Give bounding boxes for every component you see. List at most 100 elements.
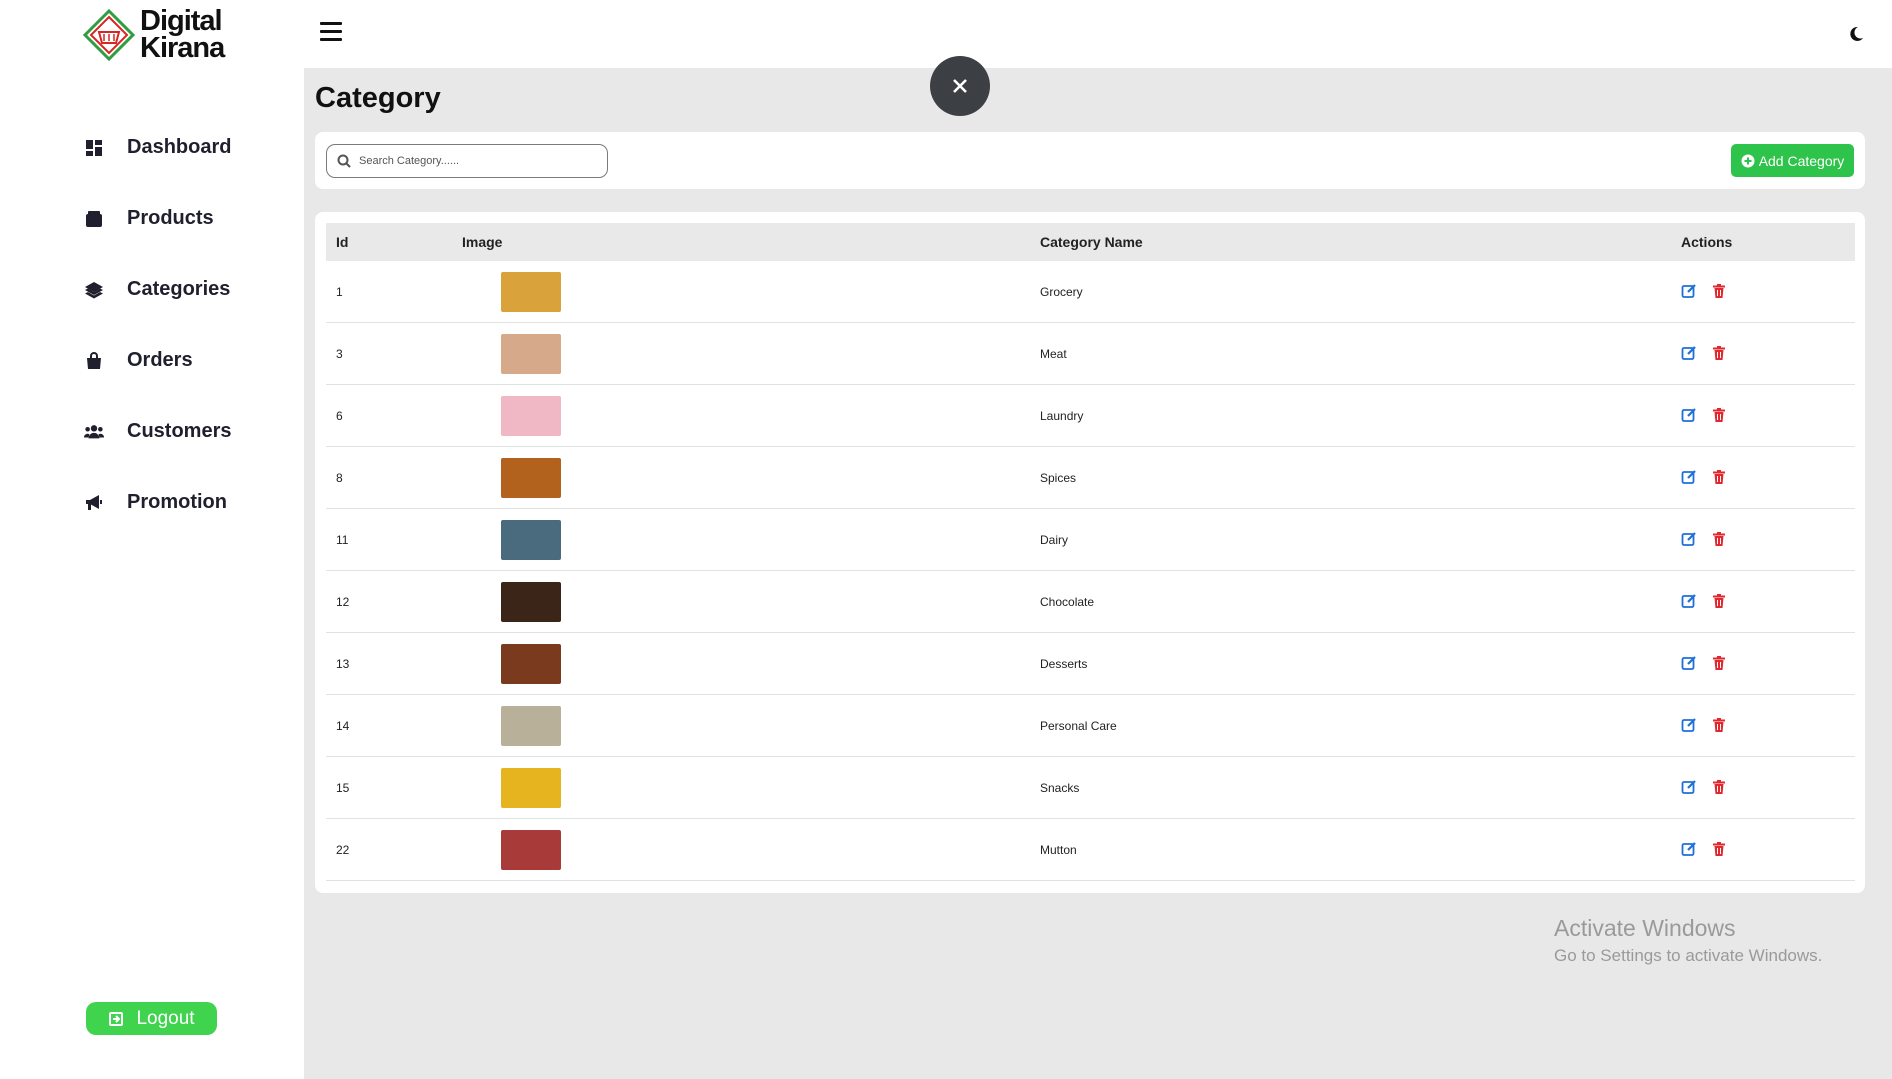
cell-image — [491, 272, 571, 312]
add-category-button[interactable]: Add Category — [1731, 144, 1854, 177]
table-row[interactable]: 22 Mutton — [326, 819, 1855, 881]
table-row[interactable]: 1 Grocery — [326, 261, 1855, 323]
watermark-title: Activate Windows — [1554, 915, 1736, 941]
logout-button[interactable]: Logout — [86, 1002, 217, 1035]
table-row[interactable]: 6 Laundry — [326, 385, 1855, 447]
cell-category-name: Meat — [1040, 347, 1067, 361]
edit-icon[interactable] — [1681, 531, 1697, 547]
delete-icon[interactable] — [1711, 469, 1727, 485]
table-row[interactable]: 13 Desserts — [326, 633, 1855, 695]
megaphone-icon — [82, 491, 106, 515]
cell-id: 13 — [336, 657, 350, 671]
header-id: Id — [336, 234, 349, 250]
cell-image — [491, 458, 571, 498]
sidebar-item-products[interactable]: Products — [82, 183, 231, 254]
sidebar-item-categories[interactable]: Categories — [82, 254, 231, 325]
cell-id: 1 — [336, 285, 343, 299]
delete-icon[interactable] — [1711, 345, 1727, 361]
edit-icon[interactable] — [1681, 283, 1697, 299]
sidebar-nav: Dashboard Products Categories Orders Cus… — [82, 112, 231, 538]
search-input[interactable] — [359, 155, 589, 167]
cell-actions — [1681, 469, 1727, 485]
sidebar-item-dashboard[interactable]: Dashboard — [82, 112, 231, 183]
delete-icon[interactable] — [1711, 841, 1727, 857]
table-row[interactable]: 3 Meat — [326, 323, 1855, 385]
sidebar-item-label: Products — [127, 207, 214, 229]
cell-image — [491, 520, 571, 560]
delete-icon[interactable] — [1711, 717, 1727, 733]
category-thumbnail — [501, 272, 561, 312]
category-table-card: Id Image Category Name Actions 1 Grocery… — [315, 212, 1865, 893]
table-header: Id Image Category Name Actions — [326, 223, 1855, 261]
dark-mode-toggle-icon[interactable] — [1847, 25, 1865, 43]
category-thumbnail — [501, 458, 561, 498]
sidebar-item-customers[interactable]: Customers — [82, 396, 231, 467]
delete-icon[interactable] — [1711, 283, 1727, 299]
edit-icon[interactable] — [1681, 717, 1697, 733]
cell-image — [491, 644, 571, 684]
category-thumbnail — [501, 768, 561, 808]
edit-icon[interactable] — [1681, 841, 1697, 857]
cell-category-name: Dairy — [1040, 533, 1069, 547]
cell-image — [491, 706, 571, 746]
table-row[interactable]: 12 Chocolate — [326, 571, 1855, 633]
cell-id: 12 — [336, 595, 350, 609]
table-row[interactable]: 11 Dairy — [326, 509, 1855, 571]
brand-line2: Kirana — [140, 32, 225, 64]
edit-icon[interactable] — [1681, 345, 1697, 361]
cell-id: 22 — [336, 843, 350, 857]
logout-icon — [109, 1011, 124, 1026]
brand-name: Digital Kirana — [140, 5, 225, 64]
delete-icon[interactable] — [1711, 779, 1727, 795]
cell-id: 3 — [336, 347, 343, 361]
cell-actions — [1681, 717, 1727, 733]
category-thumbnail — [501, 582, 561, 622]
cell-actions — [1681, 593, 1727, 609]
edit-icon[interactable] — [1681, 407, 1697, 423]
delete-icon[interactable] — [1711, 593, 1727, 609]
edit-icon[interactable] — [1681, 779, 1697, 795]
table-row[interactable]: 14 Personal Care — [326, 695, 1855, 757]
toolbar-card: Add Category — [315, 132, 1865, 189]
cell-category-name: Chocolate — [1040, 595, 1095, 609]
edit-icon[interactable] — [1681, 593, 1697, 609]
header-image: Image — [462, 234, 503, 250]
cell-category-name: Spices — [1040, 471, 1077, 485]
sidebar-item-label: Dashboard — [127, 136, 232, 158]
table-row[interactable]: 8 Spices — [326, 447, 1855, 509]
cell-actions — [1681, 345, 1727, 361]
dashboard-icon — [82, 136, 106, 160]
sidebar-item-label: Orders — [127, 349, 193, 371]
brand-line1: Digital — [140, 5, 223, 37]
cell-category-name: Mutton — [1040, 843, 1077, 857]
cell-actions — [1681, 283, 1727, 299]
delete-icon[interactable] — [1711, 531, 1727, 547]
delete-icon[interactable] — [1711, 655, 1727, 671]
add-category-label: Add Category — [1758, 152, 1845, 169]
cell-id: 8 — [336, 471, 343, 485]
close-button[interactable] — [930, 56, 990, 116]
brand-logo[interactable]: Digital Kirana — [82, 5, 225, 64]
cell-image — [491, 830, 571, 870]
table-row[interactable]: 15 Snacks — [326, 757, 1855, 819]
sidebar-item-orders[interactable]: Orders — [82, 325, 231, 396]
category-thumbnail — [501, 334, 561, 374]
cell-category-name: Snacks — [1040, 781, 1080, 795]
sidebar: Digital Kirana Dashboard Products Catego… — [0, 0, 304, 1079]
plus-circle-icon — [1741, 154, 1755, 167]
logout-label: Logout — [136, 1007, 195, 1029]
sidebar-item-promotion[interactable]: Promotion — [82, 467, 231, 538]
page-title: Category — [315, 82, 441, 114]
edit-icon[interactable] — [1681, 655, 1697, 671]
category-thumbnail — [501, 830, 561, 870]
cell-id: 6 — [336, 409, 343, 423]
cell-category-name: Desserts — [1040, 657, 1088, 671]
search-box[interactable] — [326, 144, 608, 178]
category-thumbnail — [501, 520, 561, 560]
hamburger-menu-icon[interactable] — [320, 22, 342, 42]
delete-icon[interactable] — [1711, 407, 1727, 423]
cell-image — [491, 334, 571, 374]
header-actions: Actions — [1681, 234, 1733, 250]
top-bar — [304, 0, 1892, 68]
edit-icon[interactable] — [1681, 469, 1697, 485]
